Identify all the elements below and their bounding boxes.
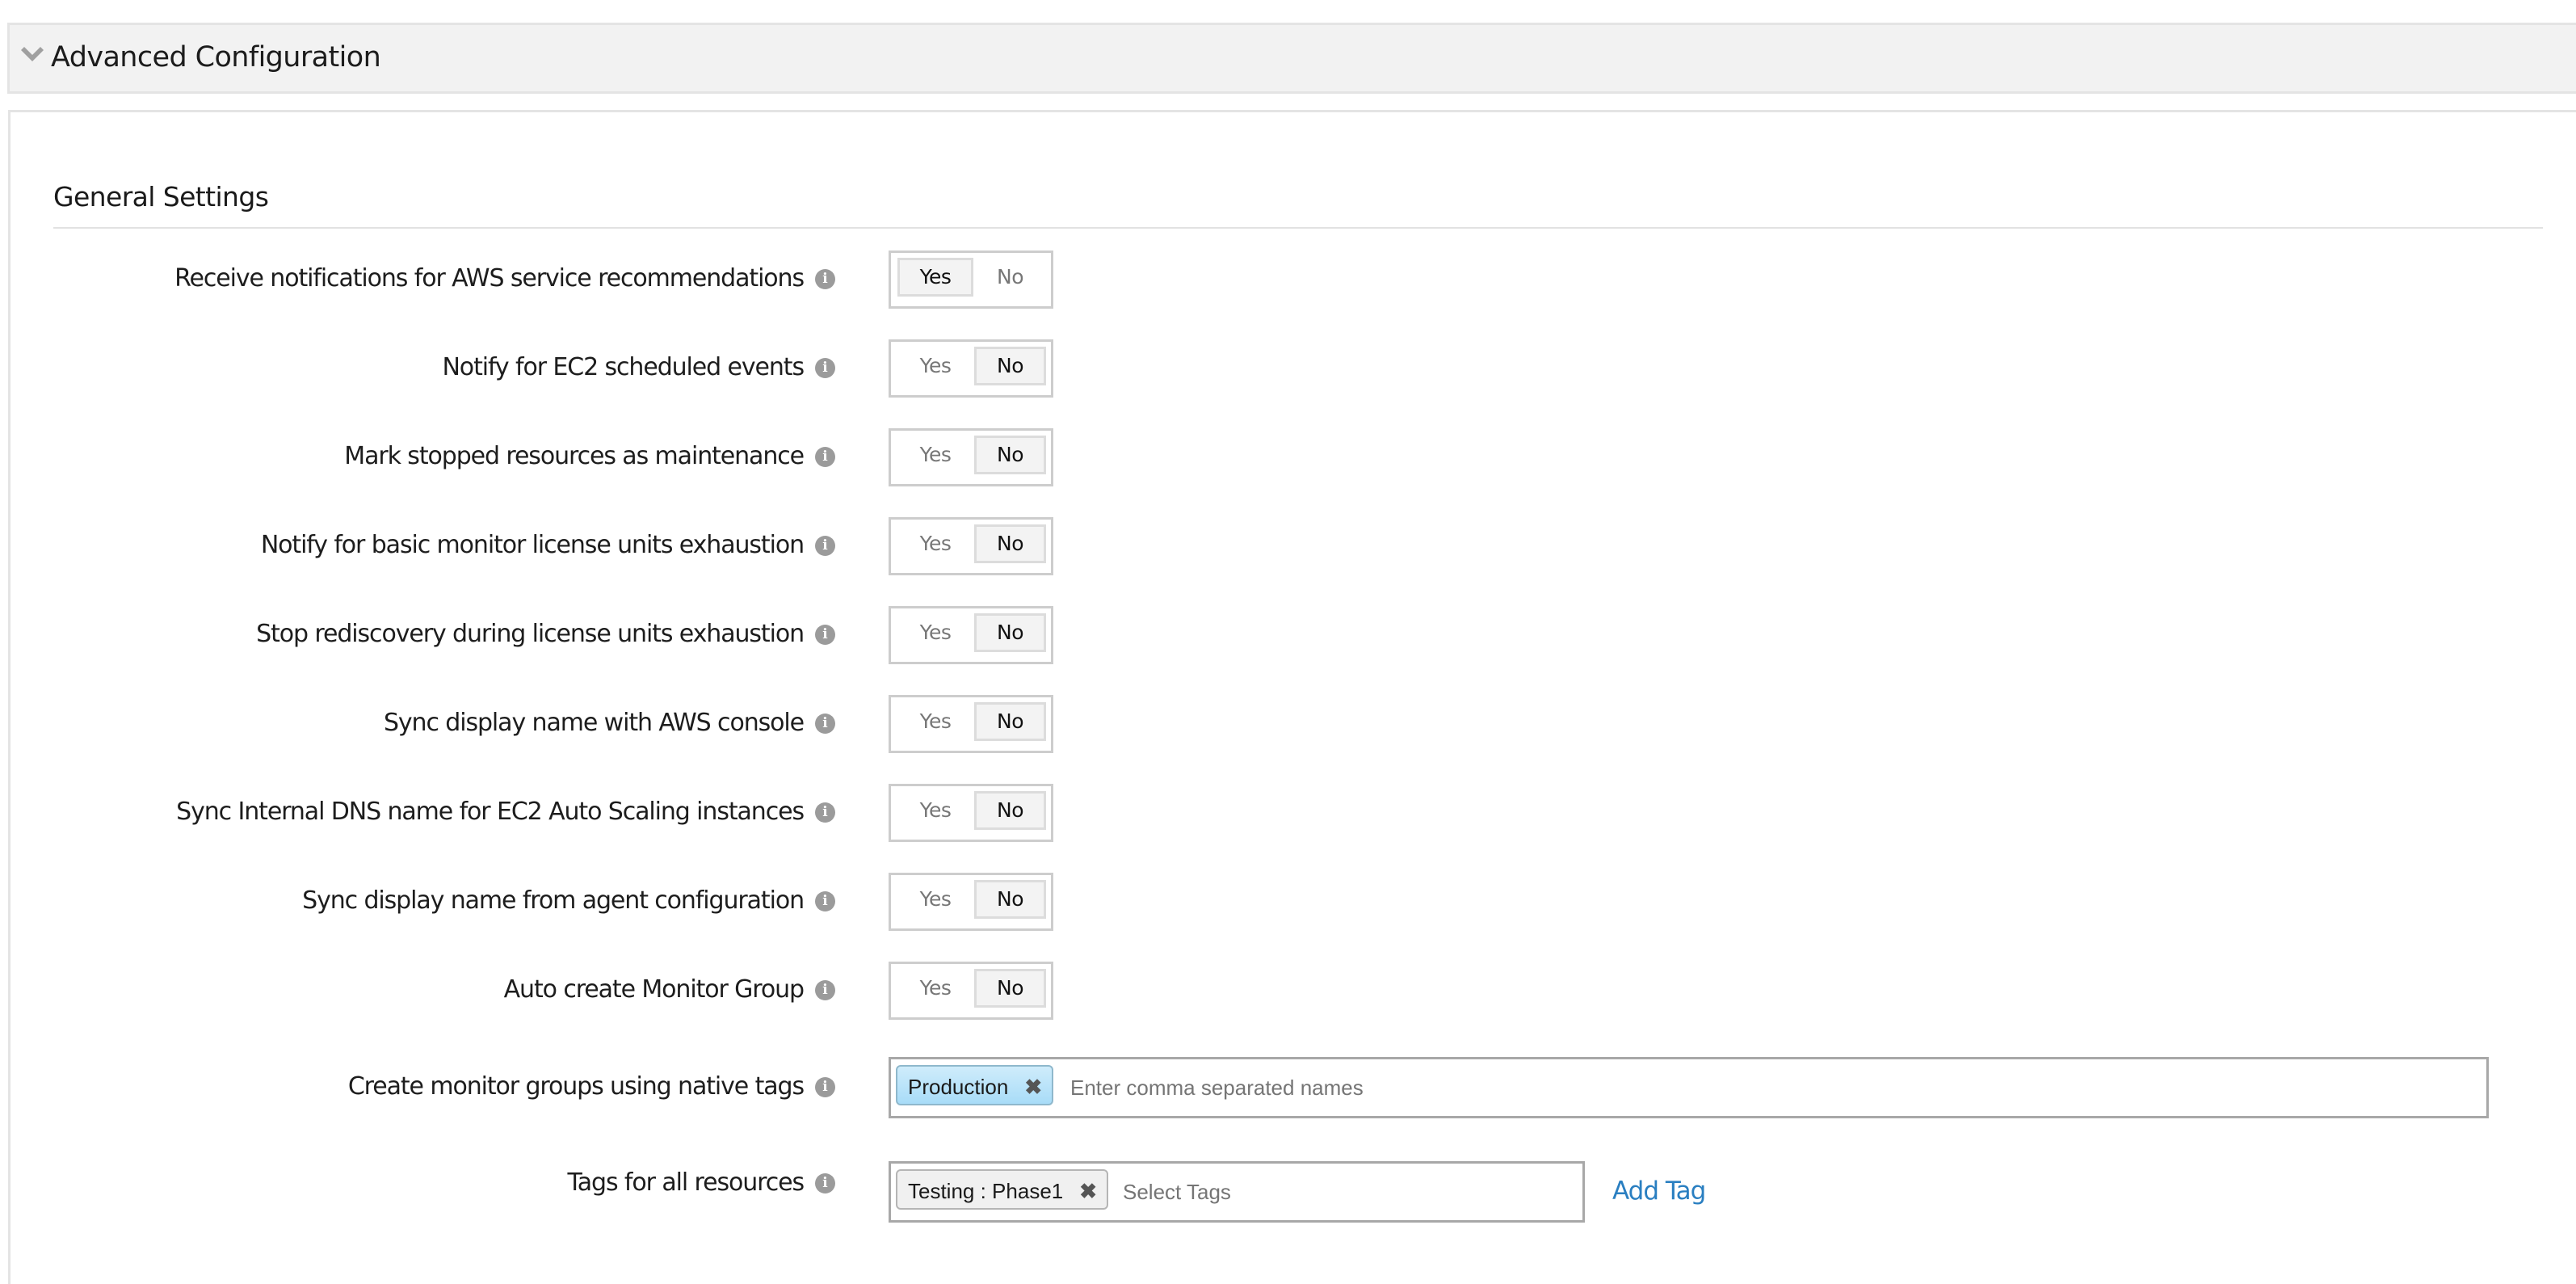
toggle-no-button[interactable]: No: [974, 613, 1046, 652]
toggle-no-button[interactable]: No: [974, 969, 1046, 1008]
info-icon[interactable]: i: [815, 802, 835, 823]
general-settings-title: General Settings: [53, 181, 269, 213]
info-icon[interactable]: i: [815, 980, 835, 1000]
info-icon[interactable]: i: [815, 1077, 835, 1097]
toggle-no-button[interactable]: No: [974, 524, 1046, 563]
setting-row: Notify for basic monitor license units e…: [0, 516, 2576, 575]
setting-row: Stop rediscovery during license units ex…: [0, 604, 2576, 664]
toggle-yes-button[interactable]: Yes: [897, 613, 973, 652]
setting-label: Sync Internal DNS name for EC2 Auto Scal…: [176, 798, 805, 826]
setting-row-native-tags: Create monitor groups using native tags …: [0, 1057, 2576, 1118]
native-tags-text-input[interactable]: [1070, 1059, 2444, 1116]
section-divider: [53, 227, 2543, 229]
resource-tags-input[interactable]: Testing : Phase1 ✖: [889, 1161, 1585, 1223]
yes-no-toggle: Yes No: [889, 606, 1053, 664]
toggle-yes-button[interactable]: Yes: [897, 969, 973, 1008]
info-icon[interactable]: i: [815, 536, 835, 556]
info-icon[interactable]: i: [815, 714, 835, 734]
yes-no-toggle: Yes No: [889, 873, 1053, 931]
toggle-no-button[interactable]: No: [974, 702, 1046, 741]
toggle-yes-button[interactable]: Yes: [897, 880, 973, 919]
close-icon[interactable]: ✖: [1079, 1171, 1097, 1211]
yes-no-toggle: Yes No: [889, 339, 1053, 398]
setting-row: Sync display name with AWS console i Yes No: [0, 693, 2576, 753]
setting-row: Sync display name from agent configurati…: [0, 871, 2576, 931]
yes-no-toggle: Yes No: [889, 695, 1053, 753]
close-icon[interactable]: ✖: [1024, 1067, 1042, 1107]
toggle-yes-button[interactable]: Yes: [897, 524, 973, 563]
info-icon[interactable]: i: [815, 447, 835, 467]
toggle-yes-button[interactable]: Yes: [897, 702, 973, 741]
toggle-no-button[interactable]: No: [974, 436, 1046, 474]
add-tag-link[interactable]: Add Tag: [1612, 1161, 1706, 1221]
setting-row: Auto create Monitor Group i Yes No: [0, 960, 2576, 1020]
toggle-yes-button[interactable]: Yes: [897, 347, 973, 385]
info-icon[interactable]: i: [815, 269, 835, 289]
tag-chip-label: Production: [908, 1075, 1009, 1099]
info-icon[interactable]: i: [815, 358, 835, 378]
setting-label: Mark stopped resources as maintenance: [344, 442, 805, 470]
setting-label: Create monitor groups using native tags: [347, 1072, 805, 1101]
setting-label: Receive notifications for AWS service re…: [174, 264, 805, 293]
advanced-configuration-header[interactable]: Advanced Configuration: [7, 23, 2576, 94]
setting-label: Tags for all resources: [567, 1168, 805, 1197]
setting-label: Auto create Monitor Group: [503, 975, 805, 1004]
setting-label: Notify for basic monitor license units e…: [260, 531, 805, 559]
toggle-no-button[interactable]: No: [974, 880, 1046, 919]
setting-label: Sync display name with AWS console: [383, 709, 805, 737]
setting-label: Sync display name from agent configurati…: [302, 886, 805, 915]
tag-chip: Production ✖: [896, 1065, 1054, 1107]
setting-row: Mark stopped resources as maintenance i Ye…: [0, 427, 2576, 486]
setting-label: Stop rediscovery during license units ex…: [256, 620, 805, 648]
yes-no-toggle: Yes No: [889, 250, 1053, 309]
setting-row-resource-tags: Tags for all resources i Testing : Phase…: [0, 1161, 2576, 1223]
setting-label: Notify for EC2 scheduled events: [442, 353, 805, 381]
toggle-yes-button[interactable]: Yes: [897, 791, 973, 830]
toggle-no-button[interactable]: No: [974, 258, 1046, 297]
info-icon[interactable]: i: [815, 1173, 835, 1193]
yes-no-toggle: Yes No: [889, 784, 1053, 842]
setting-row: Receive notifications for AWS service re…: [0, 249, 2576, 309]
toggle-no-button[interactable]: No: [974, 791, 1046, 830]
toggle-no-button[interactable]: No: [974, 347, 1046, 385]
yes-no-toggle: Yes No: [889, 517, 1053, 575]
toggle-yes-button[interactable]: Yes: [897, 258, 973, 297]
chevron-down-icon[interactable]: [21, 47, 44, 63]
tag-chip-label: Testing : Phase1: [908, 1179, 1064, 1203]
toggle-yes-button[interactable]: Yes: [897, 436, 973, 474]
setting-row: Notify for EC2 scheduled events i Yes No: [0, 338, 2576, 398]
section-header-title: Advanced Configuration: [51, 41, 381, 74]
select-tags-input[interactable]: [1123, 1164, 1559, 1220]
yes-no-toggle: Yes No: [889, 962, 1053, 1020]
info-icon[interactable]: i: [815, 891, 835, 911]
tag-chip: Testing : Phase1 ✖: [896, 1169, 1109, 1211]
info-icon[interactable]: i: [815, 625, 835, 645]
setting-row: Sync Internal DNS name for EC2 Auto Scal…: [0, 782, 2576, 842]
yes-no-toggle: Yes No: [889, 428, 1053, 486]
native-tags-input[interactable]: Production ✖: [889, 1057, 2489, 1118]
